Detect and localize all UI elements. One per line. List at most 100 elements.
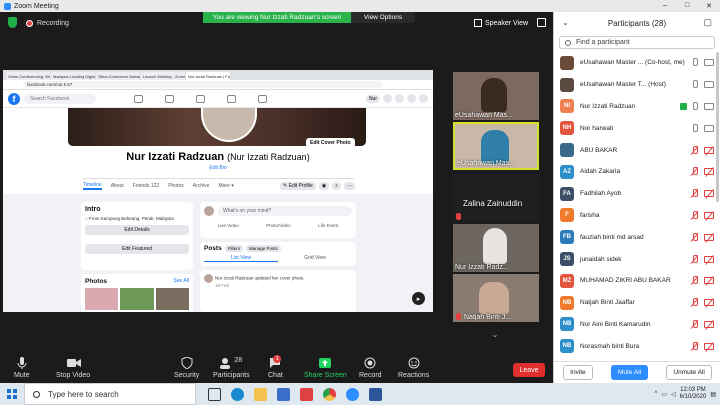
participant-row[interactable]: ABU BAKAR bbox=[554, 139, 720, 161]
video-camera-icon[interactable] bbox=[704, 59, 714, 67]
video-tile[interactable]: eUsahawan Mas... bbox=[453, 72, 539, 120]
facebook-search-input[interactable]: Search Facebook bbox=[24, 93, 96, 104]
create-post-input[interactable]: What's on your mind? bbox=[218, 206, 352, 216]
volume-icon[interactable]: ◁ bbox=[671, 391, 676, 398]
browser-tab[interactable]: Launch Meeting - Zoom bbox=[141, 72, 185, 80]
participant-row[interactable]: eUsahawan Master ... (Co-host, me) bbox=[554, 52, 720, 74]
participant-row[interactable]: eUsahawan Master T... (Host) bbox=[554, 74, 720, 96]
security-button[interactable]: Security bbox=[174, 356, 199, 379]
video-off-icon[interactable] bbox=[704, 233, 714, 241]
record-button[interactable]: Record bbox=[359, 357, 382, 379]
chat-button[interactable]: 1 Chat bbox=[268, 355, 283, 379]
edit-featured-button[interactable]: Edit Featured bbox=[85, 244, 189, 254]
browser-tab[interactable]: Silica Commerce Management... bbox=[96, 72, 140, 80]
muted-mic-icon[interactable] bbox=[691, 167, 698, 176]
zoom-icon[interactable] bbox=[346, 387, 359, 401]
taskbar-search-input[interactable]: Type here to search bbox=[24, 383, 196, 405]
participant-row[interactable]: MZ MUHAMAD ZIKRI ABU BAKAR bbox=[554, 270, 720, 292]
bell-icon[interactable] bbox=[407, 94, 416, 103]
list-view-tab[interactable]: List View bbox=[204, 255, 278, 262]
video-off-icon[interactable] bbox=[704, 320, 714, 328]
chevron-down-icon[interactable]: ⌄ bbox=[562, 18, 569, 27]
chevron-down-icon[interactable]: ⌄ bbox=[485, 330, 505, 340]
file-explorer-icon[interactable] bbox=[254, 387, 267, 401]
profile-shortcut[interactable]: Nur bbox=[365, 94, 380, 103]
video-camera-icon[interactable] bbox=[704, 124, 714, 132]
recording-indicator[interactable]: Recording bbox=[26, 16, 69, 30]
tab-timeline[interactable]: Timeline bbox=[83, 182, 102, 190]
photo-thumbnail[interactable] bbox=[155, 288, 189, 310]
filters-button[interactable]: Filters bbox=[224, 245, 243, 252]
life-event-button[interactable]: Life Event bbox=[318, 223, 338, 228]
photo-video-button[interactable]: Photo/Video bbox=[266, 223, 290, 228]
photo-thumbnail[interactable] bbox=[85, 288, 119, 310]
video-off-icon[interactable] bbox=[704, 255, 714, 263]
view-options-button[interactable]: View Options bbox=[351, 12, 415, 23]
messenger-icon[interactable] bbox=[395, 94, 404, 103]
leave-meeting-button[interactable]: Leave bbox=[513, 363, 545, 377]
video-off-icon[interactable] bbox=[704, 277, 714, 285]
search-icon[interactable]: ⌕ bbox=[332, 181, 341, 190]
muted-mic-icon[interactable] bbox=[691, 210, 698, 220]
url-field[interactable]: facebook.com/nur.k.57 bbox=[23, 81, 383, 88]
video-off-icon[interactable] bbox=[704, 342, 714, 350]
mic-icon[interactable] bbox=[691, 101, 698, 111]
participant-row[interactable]: NI Nur Izzati Radzuan bbox=[554, 96, 720, 118]
share-screen-button[interactable]: Share Screen bbox=[304, 357, 347, 379]
mic-icon[interactable] bbox=[691, 58, 698, 67]
scrollbar[interactable] bbox=[716, 52, 719, 202]
participant-row[interactable]: NB Norasmah binti Bura bbox=[554, 335, 720, 357]
word-icon[interactable] bbox=[369, 387, 382, 401]
task-view-icon[interactable] bbox=[208, 387, 221, 401]
edit-cover-photo-button[interactable]: Edit Cover Photo bbox=[306, 138, 355, 148]
edit-bio-link[interactable]: Edit Bio bbox=[3, 165, 433, 171]
close-icon[interactable]: ▢ bbox=[703, 17, 712, 28]
see-all-link[interactable]: See All bbox=[173, 278, 189, 285]
mic-icon[interactable] bbox=[691, 123, 698, 133]
participant-row[interactable]: NB Nor Aini Binti Kamarudin bbox=[554, 314, 720, 336]
manage-posts-button[interactable]: Manage Posts bbox=[245, 245, 281, 252]
video-off-icon[interactable] bbox=[704, 168, 714, 176]
close-button[interactable]: ✕ bbox=[698, 2, 720, 10]
muted-mic-icon[interactable] bbox=[691, 189, 698, 198]
video-off-icon[interactable] bbox=[704, 211, 714, 219]
plus-icon[interactable] bbox=[383, 94, 392, 103]
video-off-icon[interactable] bbox=[704, 299, 714, 307]
edit-profile-button[interactable]: ✎ Edit Profile bbox=[280, 181, 316, 190]
reactions-button[interactable]: Reactions bbox=[398, 357, 429, 379]
video-camera-icon[interactable] bbox=[704, 81, 714, 89]
account-menu-icon[interactable] bbox=[419, 94, 428, 103]
unmute-all-button[interactable]: Unmute All bbox=[666, 365, 712, 380]
participant-row[interactable]: JS junaidah sidek bbox=[554, 248, 720, 270]
find-participant-input[interactable]: Find a participant bbox=[559, 36, 715, 49]
taskbar-clock[interactable]: 12:03 PM 6/10/2020 bbox=[680, 387, 707, 401]
video-tile-active-speaker[interactable]: eUsahawan Mas... bbox=[453, 122, 539, 170]
view-as-icon[interactable]: ◉ bbox=[318, 181, 330, 190]
photo-thumbnail[interactable] bbox=[120, 288, 154, 310]
muted-mic-icon[interactable] bbox=[691, 319, 698, 329]
tab-friends[interactable]: Friends 122 bbox=[133, 183, 159, 189]
video-camera-icon[interactable] bbox=[704, 102, 714, 110]
fullscreen-icon[interactable] bbox=[537, 18, 546, 27]
muted-mic-icon[interactable] bbox=[691, 145, 698, 155]
participant-row[interactable]: FA Fadhilah Ayob bbox=[554, 183, 720, 205]
browser-tab[interactable]: Video Conferencing, Web Conf... bbox=[6, 72, 50, 80]
stop-video-button[interactable]: Stop Video bbox=[56, 357, 90, 379]
muted-mic-icon[interactable] bbox=[691, 298, 698, 307]
more-options-icon[interactable]: ··· bbox=[344, 181, 355, 190]
speaker-view-button[interactable]: Speaker View bbox=[474, 17, 528, 29]
mute-all-button[interactable]: Mute All bbox=[610, 365, 649, 380]
mic-icon[interactable] bbox=[691, 80, 698, 89]
groups-icon[interactable] bbox=[227, 94, 236, 103]
network-icon[interactable]: ▭ bbox=[661, 391, 667, 398]
participant-row[interactable]: AZ Aidah Zakaria bbox=[554, 161, 720, 183]
mute-button[interactable]: Mute bbox=[14, 357, 30, 379]
participant-row[interactable]: FB fauziah binti md arsad bbox=[554, 226, 720, 248]
app-icon[interactable] bbox=[300, 387, 313, 401]
video-tile[interactable]: Nur Izzati Radz... bbox=[453, 224, 539, 272]
tab-more[interactable]: More ▾ bbox=[218, 183, 233, 189]
muted-mic-icon[interactable] bbox=[691, 254, 698, 264]
edge-icon[interactable] bbox=[231, 387, 244, 401]
notifications-icon[interactable]: ▤ bbox=[710, 391, 716, 398]
friends-icon[interactable] bbox=[165, 94, 174, 103]
